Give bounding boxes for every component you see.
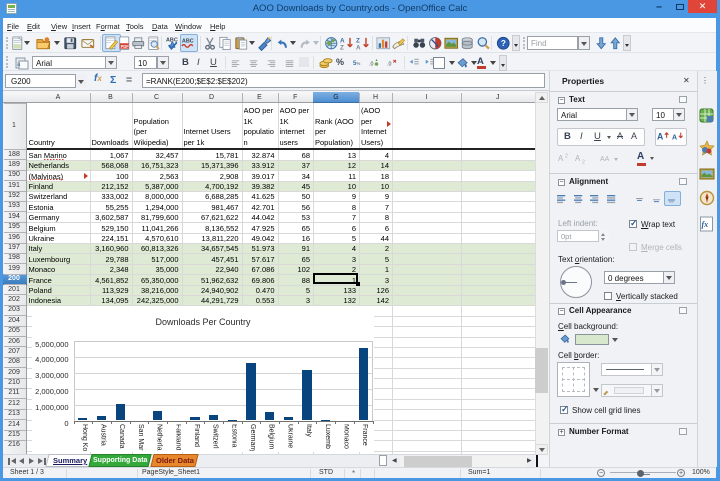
- svg-text:A: A: [575, 154, 581, 163]
- svg-text:ABC: ABC: [182, 38, 194, 44]
- svg-text:A: A: [657, 132, 664, 142]
- svg-text:Z: Z: [340, 45, 344, 51]
- svg-text:?: ?: [501, 39, 506, 48]
- svg-text:.0: .0: [387, 62, 391, 68]
- svg-text:.0: .0: [369, 62, 373, 68]
- svg-text:AA: AA: [600, 156, 610, 163]
- svg-text:fx: fx: [702, 220, 709, 229]
- svg-text:Z: Z: [356, 37, 360, 44]
- svg-text:A: A: [356, 45, 361, 51]
- svg-text:A: A: [558, 154, 564, 163]
- svg-text:A: A: [340, 37, 345, 44]
- svg-text:PDF: PDF: [121, 44, 130, 49]
- svg-text:2: 2: [565, 153, 568, 159]
- svg-text:A: A: [672, 135, 677, 142]
- svg-text:5%: 5%: [353, 61, 360, 67]
- svg-text:2: 2: [582, 159, 585, 165]
